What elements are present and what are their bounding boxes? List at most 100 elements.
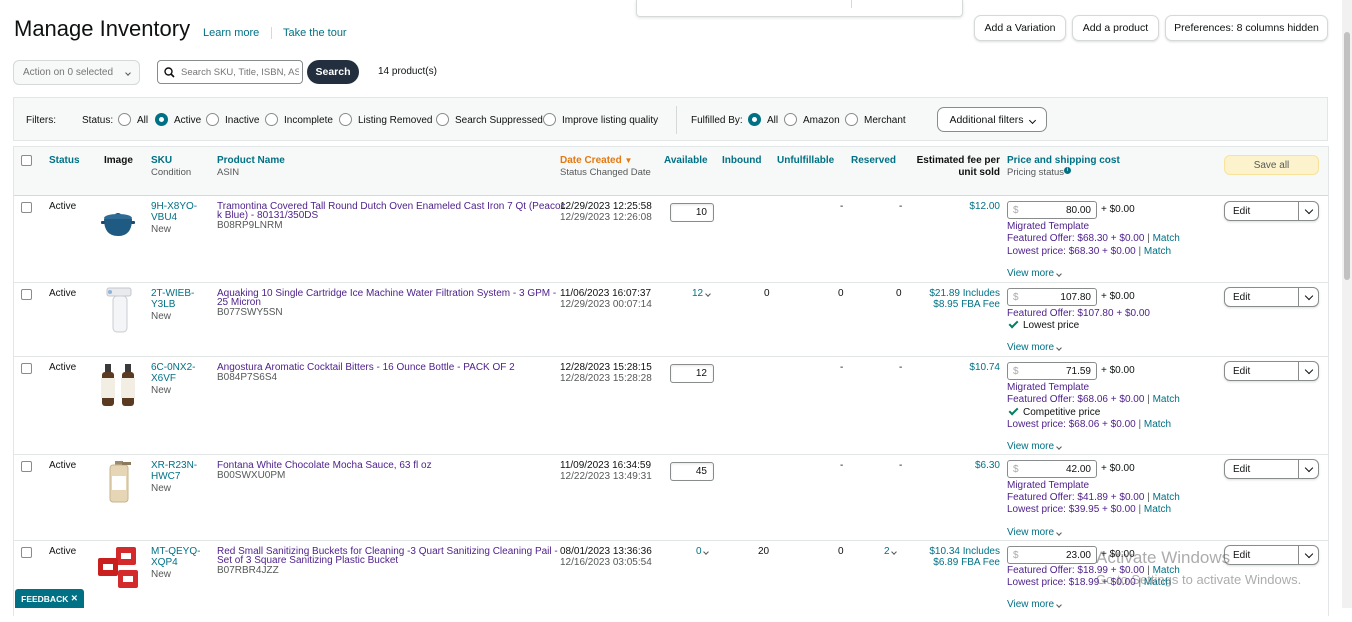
add-product-button[interactable]: Add a product bbox=[1072, 15, 1159, 41]
available-link[interactable]: 12 bbox=[692, 288, 711, 299]
product-image-bitters[interactable] bbox=[100, 362, 136, 408]
product-image-dutch-oven[interactable] bbox=[100, 205, 136, 239]
col-product-name[interactable]: Product Name ASIN bbox=[217, 155, 285, 178]
edit-dropdown[interactable] bbox=[1298, 362, 1318, 380]
additional-filters-button[interactable]: Additional filters bbox=[937, 107, 1047, 132]
fulfilled-option-amazon[interactable]: Amazon bbox=[803, 115, 840, 126]
match-link[interactable]: Match bbox=[1153, 233, 1180, 244]
row-sku-line1[interactable]: XR-R23N- bbox=[151, 460, 197, 471]
learn-more-link[interactable]: Learn more bbox=[203, 27, 259, 39]
scrollbar-thumb[interactable] bbox=[1344, 32, 1350, 280]
radio-status-quality[interactable] bbox=[543, 113, 556, 126]
select-all-checkbox[interactable] bbox=[21, 155, 32, 166]
col-inbound[interactable]: Inbound bbox=[722, 155, 761, 166]
status-option-suppressed[interactable]: Search Suppressed bbox=[455, 115, 543, 126]
row-sku-line1[interactable]: 2T-WIEB- bbox=[151, 288, 194, 299]
edit-button[interactable]: Edit bbox=[1224, 201, 1319, 221]
match-link[interactable]: Match bbox=[1153, 492, 1180, 503]
search-input[interactable] bbox=[181, 66, 299, 78]
row-sku-line1[interactable]: 9H-X8YO- bbox=[151, 201, 197, 212]
search-field[interactable] bbox=[157, 60, 303, 84]
radio-status-incomplete[interactable] bbox=[265, 113, 278, 126]
edit-button[interactable]: Edit bbox=[1224, 287, 1319, 307]
edit-button[interactable]: Edit bbox=[1224, 361, 1319, 381]
price-input[interactable]: $80.00 bbox=[1007, 201, 1097, 219]
status-option-all[interactable]: All bbox=[137, 115, 148, 126]
match-link[interactable]: Match bbox=[1144, 419, 1171, 430]
status-option-quality[interactable]: Improve listing quality bbox=[562, 115, 658, 126]
row-checkbox[interactable] bbox=[21, 202, 32, 213]
preferences-button[interactable]: Preferences: 8 columns hidden bbox=[1165, 15, 1328, 41]
fulfilled-option-merchant[interactable]: Merchant bbox=[864, 115, 906, 126]
fulfilled-option-all[interactable]: All bbox=[767, 115, 778, 126]
col-status[interactable]: Status bbox=[49, 155, 80, 166]
radio-status-suppressed[interactable] bbox=[436, 113, 449, 126]
radio-status-removed[interactable] bbox=[339, 113, 352, 126]
radio-status-inactive[interactable] bbox=[206, 113, 219, 126]
match-link[interactable]: Match bbox=[1144, 246, 1171, 257]
edit-button[interactable]: Edit bbox=[1224, 459, 1319, 479]
row-product-name-line1[interactable]: Aquaking 10 Single Cartridge Ice Machine… bbox=[217, 288, 556, 299]
save-all-button[interactable]: Save all bbox=[1224, 155, 1319, 175]
col-date-created[interactable]: Date Created ▼ Status Changed Date bbox=[560, 155, 651, 178]
price-input[interactable]: $42.00 bbox=[1007, 460, 1097, 478]
col-available[interactable]: Available bbox=[664, 155, 708, 166]
match-link[interactable]: Match bbox=[1153, 394, 1180, 405]
available-input[interactable]: 45 bbox=[670, 462, 714, 481]
bulk-action-select[interactable]: Action on 0 selected bbox=[13, 60, 140, 85]
radio-fulfilled-amazon[interactable] bbox=[784, 113, 797, 126]
col-sku[interactable]: SKU Condition bbox=[151, 155, 191, 178]
view-more-link[interactable]: View more bbox=[1007, 527, 1062, 538]
available-input[interactable]: 10 bbox=[670, 203, 714, 222]
price-input[interactable]: $107.80 bbox=[1007, 288, 1097, 306]
available-input[interactable]: 12 bbox=[670, 364, 714, 383]
radio-status-active[interactable] bbox=[155, 113, 168, 126]
col-reserved[interactable]: Reserved bbox=[851, 155, 896, 166]
price-input[interactable]: $71.59 bbox=[1007, 362, 1097, 380]
status-option-incomplete[interactable]: Incomplete bbox=[284, 115, 333, 126]
row-sku-line2[interactable]: HWC7 bbox=[151, 471, 180, 482]
row-checkbox[interactable] bbox=[21, 461, 32, 472]
edit-dropdown[interactable] bbox=[1298, 460, 1318, 478]
price-input[interactable]: $23.00 bbox=[1007, 546, 1097, 564]
row-sku-line2[interactable]: VBU4 bbox=[151, 212, 177, 223]
row-sku-line1[interactable]: MT-QEYQ- bbox=[151, 546, 200, 557]
radio-fulfilled-merchant[interactable] bbox=[845, 113, 858, 126]
row-sku-line1[interactable]: 6C-0NX2- bbox=[151, 362, 195, 373]
edit-dropdown[interactable] bbox=[1298, 288, 1318, 306]
feedback-button[interactable]: FEEDBACK ✕ bbox=[15, 589, 84, 608]
edit-dropdown[interactable] bbox=[1298, 202, 1318, 220]
match-link[interactable]: Match bbox=[1144, 504, 1171, 515]
pricing-template[interactable]: Migrated Template bbox=[1007, 221, 1089, 232]
row-checkbox[interactable] bbox=[21, 363, 32, 374]
row-sku-line2[interactable]: XQP4 bbox=[151, 557, 178, 568]
product-image-mocha-sauce[interactable] bbox=[106, 460, 132, 504]
view-more-link[interactable]: View more bbox=[1007, 268, 1062, 279]
row-checkbox[interactable] bbox=[21, 289, 32, 300]
status-option-inactive[interactable]: Inactive bbox=[225, 115, 259, 126]
pricing-template[interactable]: Migrated Template bbox=[1007, 382, 1089, 393]
radio-status-all[interactable] bbox=[118, 113, 131, 126]
edit-dropdown[interactable] bbox=[1298, 546, 1318, 564]
col-unfulfillable[interactable]: Unfulfillable bbox=[777, 155, 834, 166]
status-option-active[interactable]: Active bbox=[174, 115, 201, 126]
reserved-link[interactable]: 2 bbox=[884, 546, 898, 557]
product-image-red-buckets[interactable] bbox=[96, 544, 142, 592]
available-link[interactable]: 0 bbox=[696, 546, 710, 557]
col-price[interactable]: Price and shipping cost Pricing status i bbox=[1007, 155, 1120, 178]
product-image-water-filter[interactable] bbox=[104, 286, 134, 336]
row-sku-line2[interactable]: Y3LB bbox=[151, 299, 175, 310]
take-tour-link[interactable]: Take the tour bbox=[283, 27, 347, 39]
radio-fulfilled-all[interactable] bbox=[748, 113, 761, 126]
view-more-link[interactable]: View more bbox=[1007, 599, 1062, 610]
edit-button[interactable]: Edit bbox=[1224, 545, 1319, 565]
close-icon[interactable]: ✕ bbox=[71, 593, 78, 604]
search-button[interactable]: Search bbox=[307, 60, 359, 84]
add-variation-button[interactable]: Add a Variation bbox=[974, 15, 1066, 41]
pricing-template[interactable]: Migrated Template bbox=[1007, 480, 1089, 491]
view-more-link[interactable]: View more bbox=[1007, 342, 1062, 353]
view-more-link[interactable]: View more bbox=[1007, 441, 1062, 452]
row-checkbox[interactable] bbox=[21, 547, 32, 558]
row-sku-line2[interactable]: X6VF bbox=[151, 373, 176, 384]
status-option-removed[interactable]: Listing Removed bbox=[358, 115, 432, 126]
